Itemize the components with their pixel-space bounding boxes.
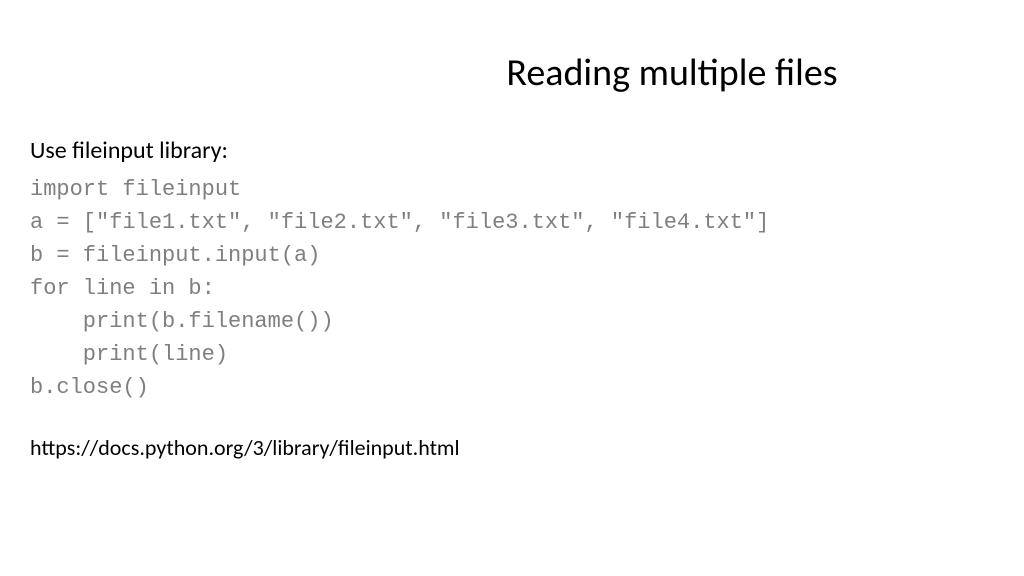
code-line: import fileinput (30, 177, 241, 202)
slide-title: Reading multiple files (410, 50, 934, 96)
slide-content: Use fileinput library: import fileinput … (30, 136, 994, 461)
slide-container: Reading multiple files Use fileinput lib… (0, 0, 1024, 576)
code-line: a = ["file1.txt", "file2.txt", "file3.tx… (30, 210, 769, 235)
code-block: import fileinput a = ["file1.txt", "file… (30, 173, 994, 404)
code-line: b.close() (30, 375, 149, 400)
subtitle: Use fileinput library: (30, 136, 994, 165)
code-line: print(b.filename()) (30, 309, 334, 334)
code-line: print(line) (30, 342, 228, 367)
code-line: for line in b: (30, 276, 215, 301)
reference-link: https://docs.python.org/3/library/filein… (30, 434, 994, 461)
code-line: b = fileinput.input(a) (30, 243, 320, 268)
